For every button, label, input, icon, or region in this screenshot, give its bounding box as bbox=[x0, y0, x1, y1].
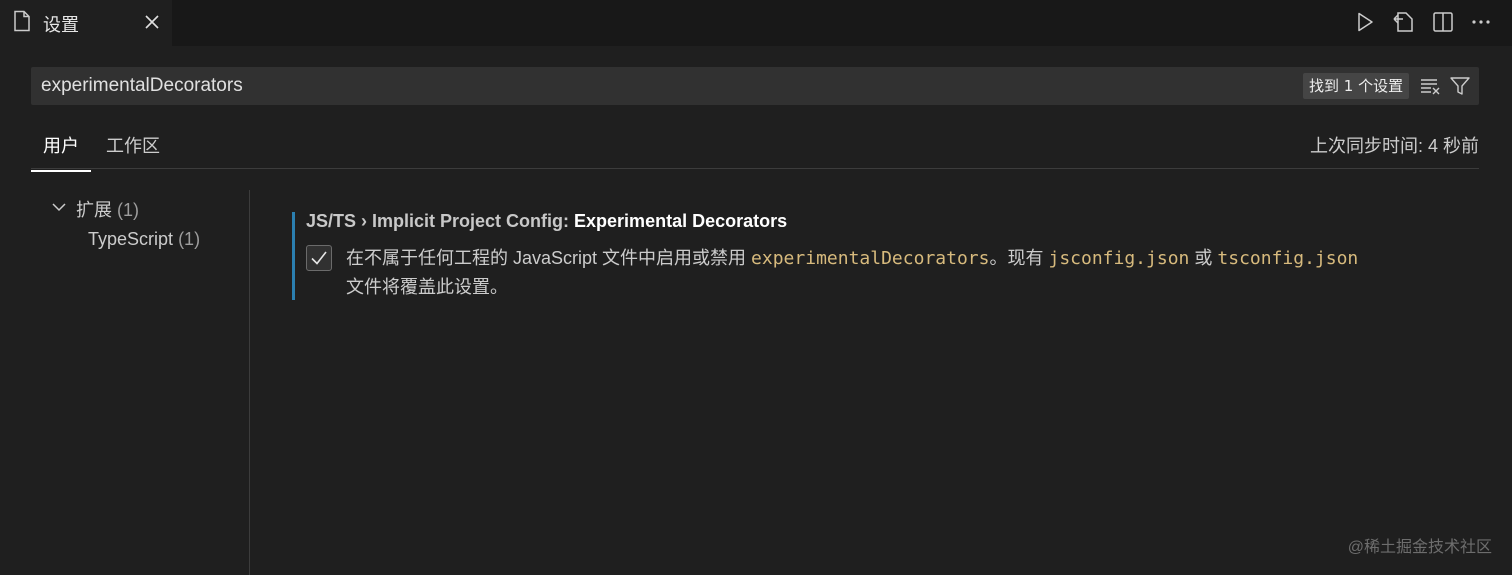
search-results-badge: 找到 1 个设置 bbox=[1303, 73, 1410, 99]
description-text: 文件将覆盖此设置。 bbox=[346, 277, 508, 297]
settings-scope-tabs: 用户 工作区 上次同步时间: 4 秒前 bbox=[31, 122, 1479, 172]
code-experimental-decorators: experimentalDecorators bbox=[751, 248, 990, 269]
filter-icon[interactable] bbox=[1449, 75, 1471, 97]
tree-item-count: (1) bbox=[117, 200, 140, 220]
split-editor-icon[interactable] bbox=[1431, 10, 1455, 34]
settings-search-box: 找到 1 个设置 bbox=[31, 67, 1479, 105]
tab-title: 设置 bbox=[43, 15, 79, 36]
tree-item-typescript[interactable]: TypeScript (1) bbox=[88, 229, 200, 250]
open-settings-json-icon[interactable] bbox=[1392, 10, 1416, 34]
setting-focus-indicator bbox=[292, 212, 295, 300]
code-jsconfig: jsconfig.json bbox=[1048, 248, 1190, 269]
close-icon[interactable] bbox=[142, 12, 162, 32]
tree-divider[interactable] bbox=[249, 190, 250, 575]
setting-title: JS/TS › Implicit Project Config: Experim… bbox=[306, 211, 787, 232]
run-icon[interactable] bbox=[1353, 10, 1377, 34]
sync-status: 上次同步时间: 4 秒前 bbox=[1309, 136, 1479, 156]
tree-item-label: 扩展 bbox=[76, 200, 112, 220]
chevron-down-icon[interactable] bbox=[51, 199, 67, 215]
description-text: 。现有 bbox=[989, 248, 1049, 268]
more-actions-icon[interactable] bbox=[1469, 10, 1493, 34]
setting-name: Experimental Decorators bbox=[574, 211, 788, 231]
file-icon bbox=[14, 10, 30, 32]
tab-workspace[interactable]: 工作区 bbox=[106, 132, 160, 170]
tab-user[interactable]: 用户 bbox=[31, 132, 91, 172]
watermark: @稀土掘金技术社区 bbox=[1347, 539, 1492, 556]
description-text: 或 bbox=[1189, 248, 1218, 268]
setting-description: 在不属于任何工程的 JavaScript 文件中启用或禁用 experiment… bbox=[346, 244, 1466, 301]
code-tsconfig: tsconfig.json bbox=[1217, 248, 1359, 269]
tree-item-extensions[interactable]: 扩展 (1) bbox=[76, 196, 139, 222]
description-text: 在不属于任何工程的 JavaScript 文件中启用或禁用 bbox=[346, 248, 752, 268]
check-icon bbox=[311, 251, 327, 265]
setting-checkbox[interactable] bbox=[306, 245, 332, 271]
settings-tab[interactable]: 设置 bbox=[0, 0, 172, 46]
tree-item-count: (1) bbox=[178, 229, 201, 249]
settings-search-input[interactable] bbox=[41, 75, 1241, 97]
editor-tab-bar: 设置 bbox=[0, 0, 1512, 46]
setting-category: JS/TS › Implicit Project Config: bbox=[306, 211, 575, 231]
clear-filter-icon[interactable] bbox=[1419, 75, 1441, 97]
tree-item-label: TypeScript bbox=[88, 229, 174, 249]
